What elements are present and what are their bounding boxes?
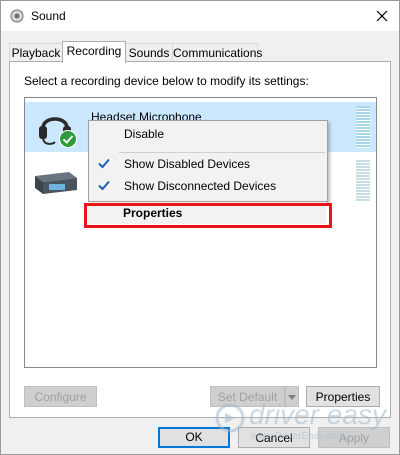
menu-item-show-disconnected[interactable]: Show Disconnected Devices — [89, 175, 327, 197]
instruction-text: Select a recording device below to modif… — [24, 74, 309, 88]
speaker-icon — [10, 9, 24, 23]
tab-communications[interactable]: Communications — [172, 43, 262, 62]
close-button[interactable] — [371, 5, 393, 27]
window-title: Sound — [31, 9, 66, 23]
highlight-box — [84, 203, 332, 228]
tab-playback[interactable]: Playback — [9, 43, 63, 62]
menu-item-label: Show Disconnected Devices — [124, 179, 277, 193]
level-meter — [356, 160, 370, 202]
close-icon — [376, 10, 388, 22]
context-menu: Disable Show Disabled Devices Show Disco… — [88, 120, 328, 202]
menu-item-label: Disable — [124, 127, 165, 141]
title-bar: Sound — [1, 1, 399, 31]
menu-item-show-disabled[interactable]: Show Disabled Devices — [89, 153, 327, 175]
line-in-device-icon — [35, 172, 77, 194]
menu-item-label: Show Disabled Devices — [124, 157, 251, 171]
watermark-url: www.DriverEasy.com — [251, 431, 345, 442]
checkmark-icon — [98, 180, 110, 191]
menu-item-disable[interactable]: Disable — [89, 123, 327, 145]
check-badge-icon — [59, 130, 77, 148]
level-meter — [356, 106, 370, 148]
configure-button[interactable]: Configure — [24, 386, 97, 407]
recording-panel: Select a recording device below to modif… — [9, 61, 391, 418]
watermark-brand: driver easy — [249, 399, 386, 430]
driver-easy-logo-icon — [215, 403, 245, 433]
tab-sounds[interactable]: Sounds — [125, 43, 173, 62]
tab-recording[interactable]: Recording — [62, 41, 126, 63]
checkmark-icon — [98, 158, 110, 169]
